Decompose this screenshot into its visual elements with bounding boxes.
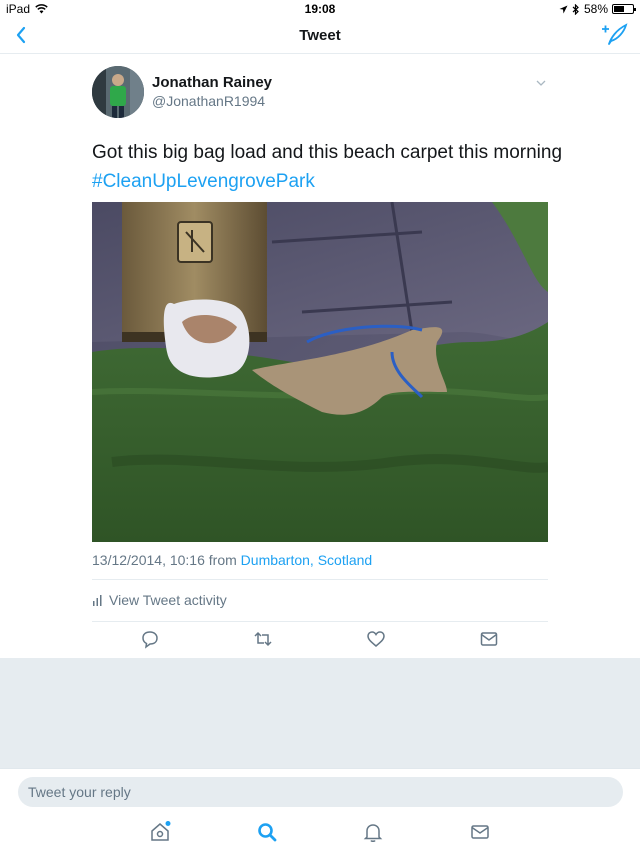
status-time: 19:08 xyxy=(304,2,336,16)
divider xyxy=(92,621,548,622)
analytics-icon xyxy=(93,594,102,606)
search-icon[interactable] xyxy=(255,820,279,844)
location-arrow-icon xyxy=(559,5,568,13)
tweet-body: Got this big bag load and this beach car… xyxy=(92,142,563,163)
tweet-actions xyxy=(92,628,548,652)
view-tweet-activity[interactable]: View Tweet activity xyxy=(92,592,227,608)
page-title: Tweet xyxy=(299,27,341,44)
reply-icon[interactable] xyxy=(139,628,161,650)
messages-icon[interactable] xyxy=(468,820,492,844)
tweet-text: Got this big bag load and this beach car… xyxy=(92,138,562,196)
avatar[interactable] xyxy=(92,66,144,118)
retweet-icon[interactable] xyxy=(252,628,274,650)
direct-message-icon[interactable] xyxy=(478,628,500,650)
tweet-meta: 13/12/2014, 10:16 from Dumbarton, Scotla… xyxy=(92,552,372,568)
status-bar: iPad 19:08 58% xyxy=(0,0,640,18)
navigation-bar: Tweet xyxy=(0,18,640,54)
author-name[interactable]: Jonathan Rainey xyxy=(152,74,272,91)
tab-bar xyxy=(0,812,640,853)
battery-percent: 58% xyxy=(583,2,608,16)
tweet-header: Jonathan Rainey @JonathanR1994 xyxy=(92,66,548,120)
like-icon[interactable] xyxy=(365,628,387,650)
notifications-icon[interactable] xyxy=(361,820,385,844)
activity-label: View Tweet activity xyxy=(109,592,227,608)
chevron-down-icon[interactable] xyxy=(534,76,548,90)
tweet-timestamp: 13/12/2014, 10:16 from xyxy=(92,552,237,568)
hashtag-link[interactable]: #CleanUpLevengrovePark xyxy=(92,167,562,196)
compose-tweet-icon[interactable] xyxy=(600,22,628,48)
reply-input[interactable]: Tweet your reply xyxy=(18,777,623,807)
reply-bar: Tweet your reply xyxy=(0,768,640,812)
bluetooth-icon xyxy=(572,3,579,15)
location-link[interactable]: Dumbarton, Scotland xyxy=(241,552,373,568)
divider xyxy=(92,579,548,580)
battery-icon xyxy=(612,4,636,14)
empty-replies-area xyxy=(0,658,640,768)
author-handle[interactable]: @JonathanR1994 xyxy=(152,93,265,109)
home-icon[interactable] xyxy=(148,820,172,844)
tweet-photo[interactable] xyxy=(92,202,548,542)
